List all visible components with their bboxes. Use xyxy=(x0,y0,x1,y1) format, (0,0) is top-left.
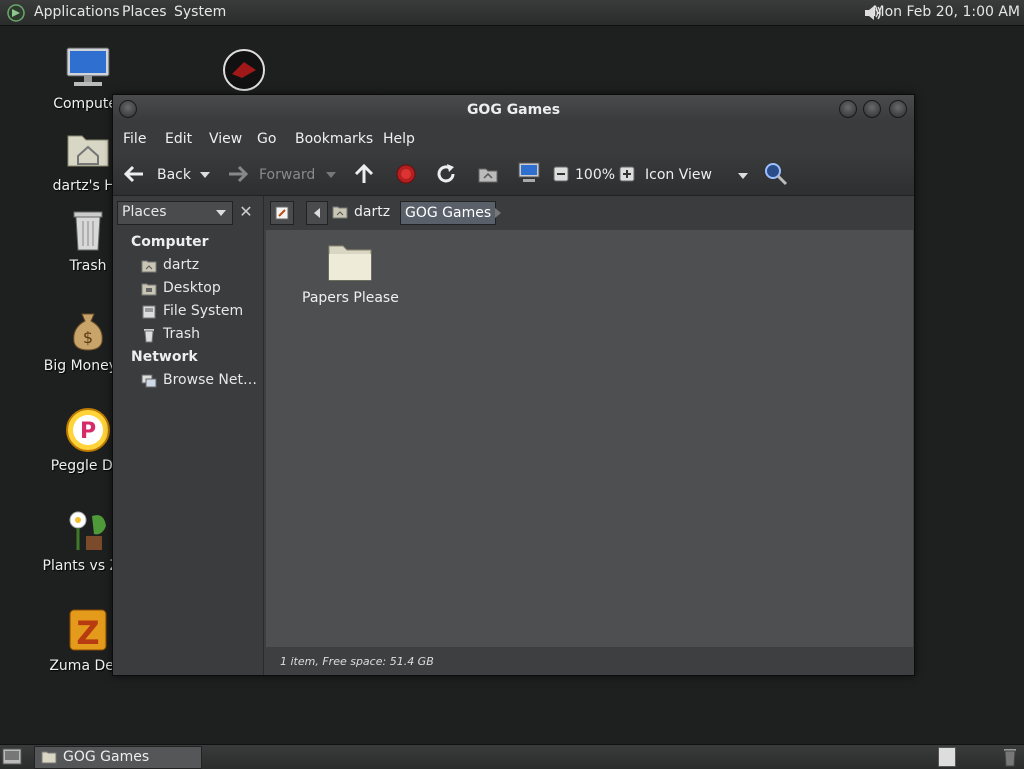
show-desktop-icon[interactable] xyxy=(2,748,22,765)
toolbar: Back Forward 100% Icon View xyxy=(113,153,914,196)
zoom-out-icon[interactable] xyxy=(553,166,569,182)
breadcrumb-home-label: dartz xyxy=(354,204,391,220)
chevron-left-icon xyxy=(314,208,320,218)
sidebar-type-label: Places xyxy=(122,204,167,220)
menubar: File Edit View Go Bookmarks Help xyxy=(113,123,914,153)
maximize-button[interactable] xyxy=(863,100,881,118)
menu-view[interactable]: View xyxy=(209,131,242,147)
sidebar-type-select[interactable]: Places xyxy=(117,201,233,225)
toggle-location-entry-button[interactable] xyxy=(270,201,294,225)
file-view[interactable]: Papers Please xyxy=(266,230,913,647)
window-title: GOG Games xyxy=(466,102,561,118)
zuma-icon: Z xyxy=(69,609,107,652)
applications-menu[interactable]: Applications xyxy=(34,4,120,20)
minimize-button[interactable] xyxy=(839,100,857,118)
view-mode-label: Icon View xyxy=(645,167,712,183)
chevron-down-icon[interactable] xyxy=(199,171,211,179)
computer-icon[interactable] xyxy=(517,161,541,185)
home-folder-icon xyxy=(141,260,157,273)
home-icon[interactable] xyxy=(477,163,499,185)
money-bag-icon: $ xyxy=(73,313,103,351)
menu-edit[interactable]: Edit xyxy=(165,131,192,147)
breadcrumb-left-button[interactable] xyxy=(306,201,328,225)
chevron-right-icon[interactable] xyxy=(494,208,502,218)
svg-text:Z: Z xyxy=(76,614,99,652)
folder-icon xyxy=(41,751,57,764)
menu-help[interactable]: Help xyxy=(383,131,415,147)
menu-bookmarks[interactable]: Bookmarks xyxy=(295,131,373,147)
taskbar-item-gog-games[interactable]: GOG Games xyxy=(34,746,202,769)
sidebar-item-label: Desktop xyxy=(163,280,221,296)
back-label: Back xyxy=(157,167,191,183)
computer-icon xyxy=(66,47,110,86)
file-item-label: Papers Please xyxy=(302,290,399,306)
sidebar-heading-network: Network xyxy=(131,349,198,365)
forward-button[interactable]: Forward xyxy=(225,159,337,189)
desktop-folder-icon xyxy=(141,283,157,296)
top-panel: Applications Places System Mon Feb 20, 1… xyxy=(0,0,1024,26)
edit-icon xyxy=(275,206,289,220)
folder-icon xyxy=(328,245,372,281)
peggle-icon: P xyxy=(66,408,110,452)
chevron-down-icon[interactable] xyxy=(325,171,337,179)
breadcrumb-current[interactable]: GOG Games xyxy=(400,201,497,225)
plants-vs-zombies-icon xyxy=(69,511,106,550)
svg-text:$: $ xyxy=(83,328,93,347)
distro-logo-icon[interactable] xyxy=(6,3,26,23)
back-button[interactable]: Back xyxy=(121,159,215,189)
sidebar-item-label: Browse Net… xyxy=(163,372,258,388)
trash-icon xyxy=(144,329,154,343)
breadcrumb-current-label: GOG Games xyxy=(405,205,492,221)
view-mode-select[interactable]: Icon View xyxy=(643,161,753,187)
sidebar-item-label: dartz xyxy=(163,257,200,273)
window-titlebar[interactable]: GOG Games xyxy=(113,95,914,123)
statusbar: 1 item, Free space: 51.4 GB xyxy=(266,649,913,675)
system-menu[interactable]: System xyxy=(174,4,226,20)
chevron-down-icon xyxy=(216,210,226,216)
home-folder-icon xyxy=(67,135,109,167)
menu-go[interactable]: Go xyxy=(257,131,276,147)
zoom-in-icon[interactable] xyxy=(619,166,635,182)
chevron-down-icon xyxy=(738,173,748,179)
file-manager-window: GOG Games File Edit View Go Bookmarks He… xyxy=(112,94,915,676)
taskbar-item-label: GOG Games xyxy=(63,749,150,765)
trash-icon xyxy=(73,211,103,251)
desktop-widget-icon[interactable] xyxy=(222,48,266,92)
back-arrow-icon xyxy=(123,165,143,183)
workspace-switcher[interactable] xyxy=(938,747,956,767)
file-item[interactable]: Papers Please xyxy=(302,240,399,306)
clock[interactable]: Mon Feb 20, 1:00 AM xyxy=(873,4,1020,20)
sidebar-item-label: Trash xyxy=(163,326,200,342)
status-text: 1 item, Free space: 51.4 GB xyxy=(280,655,434,668)
zoom-level: 100% xyxy=(575,167,616,183)
home-folder-icon xyxy=(332,206,348,219)
menu-file[interactable]: File xyxy=(123,131,146,147)
stop-icon[interactable] xyxy=(395,163,417,185)
sidebar-item-label: File System xyxy=(163,303,244,319)
up-arrow-icon[interactable] xyxy=(353,163,375,185)
svg-text:P: P xyxy=(80,419,96,444)
reload-icon[interactable] xyxy=(435,163,457,185)
places-menu[interactable]: Places xyxy=(122,4,167,20)
drive-icon xyxy=(142,305,156,319)
bottom-panel: GOG Games xyxy=(0,744,1024,769)
sidebar-heading-computer: Computer xyxy=(131,234,209,250)
forward-arrow-icon xyxy=(229,165,249,183)
trash-icon[interactable] xyxy=(1000,747,1020,767)
sidebar: Places ✕ Computer dartz Desktop File Sys… xyxy=(113,196,264,675)
search-icon[interactable] xyxy=(763,161,789,187)
forward-label: Forward xyxy=(259,167,316,183)
location-bar: dartz GOG Games xyxy=(264,196,914,230)
network-icon xyxy=(141,374,157,388)
close-button[interactable] xyxy=(889,100,907,118)
close-sidebar-icon[interactable]: ✕ xyxy=(235,201,257,223)
